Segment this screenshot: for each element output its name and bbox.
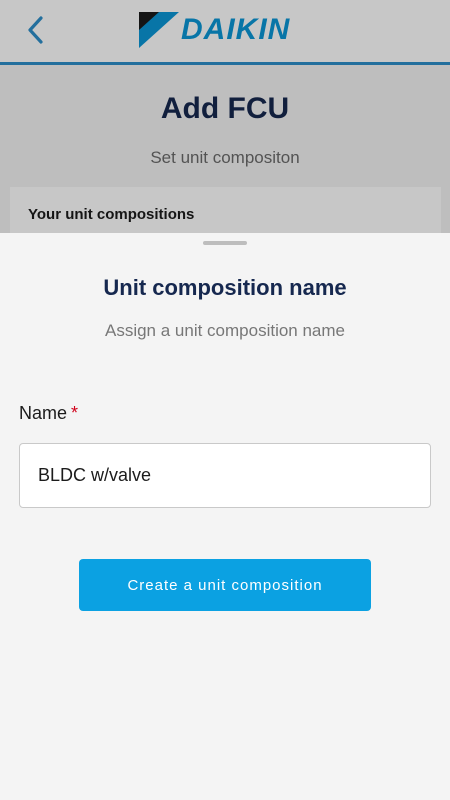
create-unit-composition-button[interactable]: Create a unit composition xyxy=(79,559,371,611)
required-asterisk: * xyxy=(71,403,79,423)
create-button-label: Create a unit composition xyxy=(127,576,323,594)
sheet-title: Unit composition name xyxy=(103,275,347,300)
sheet-subtitle: Assign a unit composition name xyxy=(104,321,346,340)
name-input[interactable] xyxy=(19,443,431,508)
sheet-drag-handle[interactable] xyxy=(203,241,247,245)
name-field-label: Name * xyxy=(19,403,78,424)
bottom-sheet: Unit composition name Assign a unit comp… xyxy=(0,233,450,800)
name-label-text: Name xyxy=(19,403,68,423)
